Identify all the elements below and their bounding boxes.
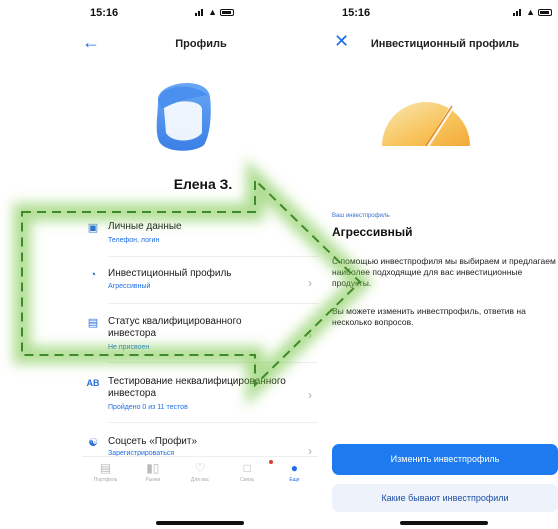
briefcase-icon: ▤ xyxy=(87,317,99,329)
description-paragraph: С помощью инвестпрофиля мы выбираем и пр… xyxy=(332,256,556,288)
wifi-icon: ▲ xyxy=(208,7,217,17)
menu-item-title: Статус квалифицированного инвестора xyxy=(108,316,242,339)
investment-profile-caption: Ваш инвестпрофиль xyxy=(332,213,390,219)
gauge-icon: ◔ xyxy=(89,269,97,281)
tab-chat[interactable]: □ Связь xyxy=(224,457,273,492)
menu-item-qualified-status[interactable]: ▤ Статус квалифицированного инвестора Не… xyxy=(82,314,318,360)
home-indicator xyxy=(400,521,488,525)
status-time: 15:16 xyxy=(90,7,119,19)
status-time: 15:16 xyxy=(342,7,371,19)
status-bar: 15:16 ▲ xyxy=(322,0,558,30)
page-title: Профиль xyxy=(175,38,227,50)
investment-profile-screen: 15:16 ▲ ✕ Инвестиционный профиль Ваш инв… xyxy=(322,0,558,529)
divider xyxy=(108,422,318,423)
network-icon: ☯ xyxy=(88,437,98,449)
status-icons: ▲ xyxy=(195,7,234,17)
tab-label: Еще xyxy=(289,477,300,483)
chevron-right-icon: › xyxy=(308,276,312,290)
tab-markets[interactable]: ▮▯ Рынки xyxy=(129,457,176,492)
chevron-right-icon: › xyxy=(308,388,312,402)
chat-icon: □ xyxy=(224,460,273,475)
profile-screen: 15:16 ▲ ← Профиль Елена З. ▣ Личные данн… xyxy=(0,0,320,529)
menu-item-title: Соцсеть «Профит» xyxy=(108,436,198,447)
nav-bar: ← Профиль xyxy=(0,30,320,58)
menu-item-title: Инвестиционный профиль xyxy=(108,268,232,279)
tab-label: Рынки xyxy=(145,477,161,483)
avatar[interactable] xyxy=(150,75,216,153)
nav-bar: ✕ Инвестиционный профиль xyxy=(322,30,558,58)
menu-item-subtitle: Пройдено 0 из 11 тестов xyxy=(108,404,188,411)
candles-icon: ▮▯ xyxy=(146,461,160,475)
home-indicator xyxy=(156,521,244,525)
tab-portfolio[interactable]: ▤ Портфель xyxy=(82,457,129,492)
briefcase-icon: ▤ xyxy=(99,461,112,475)
divider xyxy=(108,362,318,363)
signal-icon xyxy=(513,8,523,16)
divider xyxy=(108,256,318,257)
menu-item-title: Личные данные xyxy=(108,221,182,232)
gauge-illustration xyxy=(380,98,472,148)
battery-icon xyxy=(538,8,552,16)
person-icon: ● xyxy=(290,461,299,475)
tab-more[interactable]: ● Еще xyxy=(271,457,318,492)
id-card-icon: ▣ xyxy=(87,222,99,234)
investment-profile-type: Агрессивный xyxy=(332,225,413,239)
profile-name: Елена З. xyxy=(173,176,233,192)
status-bar: 15:16 ▲ xyxy=(0,0,320,30)
page-title: Инвестиционный профиль xyxy=(370,38,520,50)
signal-icon xyxy=(195,8,205,16)
tab-for-you[interactable]: ♡ Для вас xyxy=(176,457,223,492)
menu-item-subtitle: Не присвоен xyxy=(108,344,150,351)
chevron-right-icon: › xyxy=(308,328,312,342)
ab-test-icon: AB xyxy=(86,378,100,388)
status-icons: ▲ xyxy=(513,7,552,17)
wifi-icon: ▲ xyxy=(526,7,535,17)
menu-item-title: Тестирование неквалифицированного инвест… xyxy=(108,376,286,399)
tab-label: Портфель xyxy=(93,477,118,483)
tab-label: Связь xyxy=(240,477,255,483)
tab-label: Для вас xyxy=(190,477,210,483)
notification-dot xyxy=(268,460,273,464)
menu-item-subtitle: Агрессивный xyxy=(108,283,151,290)
tab-bar: ▤ Портфель ▮▯ Рынки ♡ Для вас □ Связь ● … xyxy=(82,456,318,492)
divider xyxy=(108,303,318,304)
menu-item-subtitle: Телефон, логин xyxy=(108,237,160,244)
menu-item-testing[interactable]: AB Тестирование неквалифицированного инв… xyxy=(82,374,318,420)
change-profile-button[interactable]: Изменить инвестпрофиль xyxy=(332,444,558,475)
heart-icon: ♡ xyxy=(194,461,206,475)
menu-item-social-network[interactable]: ☯ Соцсеть «Профит» Зарегистрироваться › xyxy=(82,434,318,458)
profile-types-button[interactable]: Какие бывают инвестпрофили xyxy=(332,484,558,512)
battery-icon xyxy=(220,8,234,16)
description-paragraph: Вы можете изменить инвестпрофиль, ответи… xyxy=(332,306,526,327)
